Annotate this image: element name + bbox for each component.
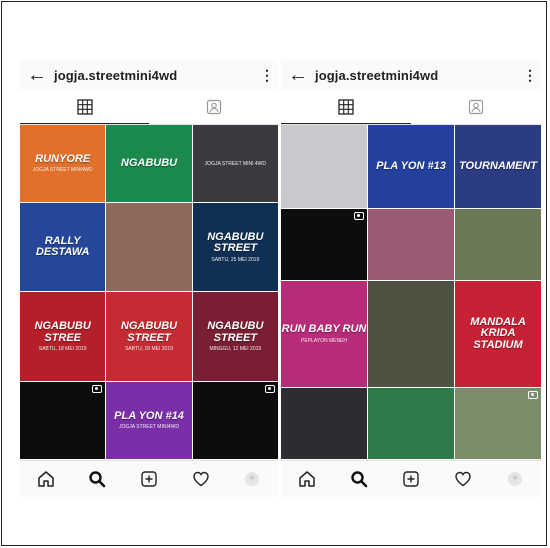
post-thumbnail[interactable]: NGABUBU STREET MINGGU, 12 MEI 2019 bbox=[192, 292, 278, 382]
profile-username: jogja.streetmini4wd bbox=[315, 67, 439, 83]
tab-tagged[interactable] bbox=[149, 90, 278, 124]
post-thumbnail[interactable]: NGABUBU STREET SABTU, 18 MEI 2019 bbox=[106, 292, 192, 382]
post-thumbnail[interactable] bbox=[368, 280, 454, 387]
post-title-text: NGABUBU STREET bbox=[207, 230, 264, 255]
grid-icon bbox=[338, 98, 354, 115]
home-icon[interactable] bbox=[37, 470, 55, 488]
post-title-text: RALLY DESTAWA bbox=[35, 234, 90, 259]
post-title-text: MANDALA KRIDA STADIUM bbox=[470, 315, 526, 351]
profile-username: jogja.streetmini4wd bbox=[54, 67, 178, 83]
post-thumbnail[interactable]: RUN BABY RUN PEPLAYON MENEH bbox=[281, 280, 367, 387]
post-thumbnail[interactable] bbox=[455, 387, 541, 459]
tab-grid[interactable] bbox=[281, 90, 411, 124]
posts-grid: PLA YON #13 TOURNAMENT RUN BABY RUN PEPLAYO… bbox=[281, 125, 541, 459]
heart-icon[interactable] bbox=[454, 470, 472, 488]
video-icon bbox=[265, 385, 275, 394]
bottom-nav bbox=[20, 460, 278, 497]
post-subtitle-text: MINGGU, 12 MEI 2019 bbox=[209, 346, 262, 353]
post-subtitle-text: JOGJA STREET MINI4WD bbox=[32, 167, 93, 174]
post-subtitle-text: JOGJA STREET MINI4WD bbox=[119, 424, 179, 431]
post-thumbnail[interactable] bbox=[281, 125, 367, 208]
post-thumbnail[interactable]: RUNYORE JOGJA STREET MINI4WD bbox=[20, 125, 106, 202]
post-thumbnail[interactable]: TOURNAMENT bbox=[455, 125, 541, 208]
back-arrow-icon[interactable]: ← bbox=[20, 64, 54, 87]
profile-header: ← jogja.streetmini4wd ⋮ bbox=[20, 60, 278, 90]
tab-tagged[interactable] bbox=[411, 90, 541, 124]
profile-tabs bbox=[20, 90, 278, 125]
post-thumbnail[interactable] bbox=[192, 382, 278, 459]
search-icon[interactable] bbox=[350, 470, 368, 488]
post-title-text: PLA YON #14 bbox=[114, 409, 184, 422]
home-icon[interactable] bbox=[298, 470, 316, 488]
post-title-text: NGABUBU bbox=[120, 156, 178, 169]
more-options-icon[interactable]: ⋮ bbox=[256, 67, 278, 84]
post-thumbnail[interactable]: NGABUBU bbox=[106, 125, 192, 202]
post-thumbnail[interactable]: PLA YON #14 JOGJA STREET MINI4WD bbox=[106, 382, 192, 459]
post-thumbnail[interactable]: JOGJA STREET MINI 4WD bbox=[192, 125, 278, 202]
post-thumbnail[interactable] bbox=[281, 387, 367, 459]
back-arrow-icon[interactable]: ← bbox=[281, 64, 315, 87]
video-icon bbox=[92, 385, 103, 394]
post-thumbnail[interactable] bbox=[368, 387, 454, 459]
post-subtitle-text: JOGJA STREET MINI 4WD bbox=[204, 161, 266, 168]
post-thumbnail[interactable]: MANDALA KRIDA STADIUM bbox=[455, 280, 541, 387]
post-title-text: TOURNAMENT bbox=[458, 159, 537, 172]
post-thumbnail[interactable] bbox=[20, 382, 106, 459]
profile-header: ← jogja.streetmini4wd ⋮ bbox=[281, 60, 541, 90]
post-title-text: PLA YON #13 bbox=[376, 159, 446, 172]
phone-screen-left: ← jogja.streetmini4wd ⋮ RUNYORE JOGJA STR… bbox=[20, 60, 278, 497]
posts-grid: RUNYORE JOGJA STREET MINI4WD NGABUBU JOGJA … bbox=[20, 125, 278, 459]
bottom-nav bbox=[281, 460, 541, 497]
tab-grid[interactable] bbox=[20, 90, 149, 124]
profile-tabs bbox=[281, 90, 541, 125]
heart-icon[interactable] bbox=[192, 470, 210, 488]
post-subtitle-text: SABTU, 18 MEI 2019 bbox=[38, 346, 87, 353]
post-thumbnail[interactable] bbox=[368, 208, 454, 280]
post-title-text: RUN BABY RUN bbox=[281, 323, 367, 336]
post-thumbnail[interactable] bbox=[281, 208, 367, 280]
tagged-user-icon bbox=[468, 99, 484, 115]
phone-screen-right: ← jogja.streetmini4wd ⋮ PLA YON #13 TOURN… bbox=[281, 60, 541, 497]
more-options-icon[interactable]: ⋮ bbox=[519, 67, 541, 84]
profile-avatar-icon[interactable] bbox=[506, 470, 524, 488]
grid-icon bbox=[76, 98, 93, 115]
post-thumbnail[interactable]: PLA YON #13 bbox=[368, 125, 454, 208]
profile-avatar-icon[interactable] bbox=[243, 470, 261, 488]
video-icon bbox=[528, 390, 538, 399]
post-title-text: NGABUBU STREET bbox=[207, 320, 264, 344]
post-thumbnail[interactable]: NGABUBU STREET SABTU, 25 MEI 2019 bbox=[192, 202, 278, 292]
search-icon[interactable] bbox=[88, 470, 106, 488]
post-title-text: RUNYORE bbox=[35, 152, 91, 165]
post-thumbnail[interactable]: RALLY DESTAWA bbox=[20, 202, 106, 292]
add-post-icon[interactable] bbox=[140, 470, 158, 488]
post-subtitle-text: SABTU, 18 MEI 2019 bbox=[125, 346, 173, 353]
post-title-text: NGABUBU STREE bbox=[34, 320, 91, 344]
post-subtitle-text: PEPLAYON MENEH bbox=[300, 337, 348, 344]
add-post-icon[interactable] bbox=[402, 470, 420, 488]
post-thumbnail[interactable] bbox=[106, 202, 192, 292]
post-thumbnail[interactable] bbox=[455, 208, 541, 280]
tagged-user-icon bbox=[206, 99, 221, 115]
post-thumbnail[interactable]: NGABUBU STREE SABTU, 18 MEI 2019 bbox=[20, 292, 106, 382]
video-icon bbox=[354, 211, 364, 220]
post-title-text: NGABUBU STREET bbox=[120, 320, 178, 344]
post-subtitle-text: SABTU, 25 MEI 2019 bbox=[211, 256, 260, 263]
